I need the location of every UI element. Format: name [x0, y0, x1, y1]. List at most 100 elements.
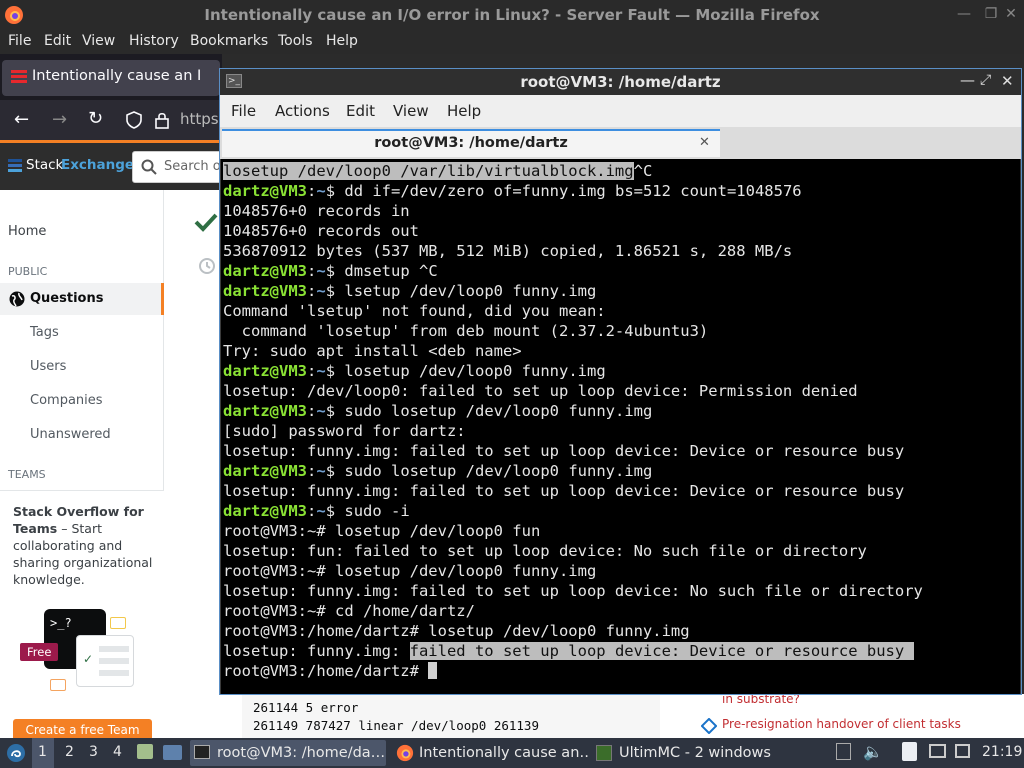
file-manager-icon[interactable]: [137, 744, 153, 759]
checklist-icon: ✓: [76, 635, 134, 687]
command-text: losetup /dev/loop0 funny.img: [344, 362, 606, 380]
lock-icon[interactable]: [155, 111, 169, 129]
minimize-icon[interactable]: —: [960, 71, 975, 89]
prompt-symbol: $: [325, 362, 345, 380]
terminal-line: losetup: funny.img: failed to set up loo…: [223, 641, 914, 661]
menu-edit[interactable]: Edit: [44, 33, 71, 49]
output-text: root@VM3:/home/dartz# losetup /dev/loop0…: [223, 622, 690, 640]
terminal-app-icon: [194, 745, 210, 759]
terminal-line: dartz@VM3:~$ sudo losetup /dev/loop0 fun…: [223, 461, 652, 481]
free-badge: Free: [20, 643, 59, 661]
prompt-separator: :: [307, 282, 317, 300]
menu-tools[interactable]: Tools: [278, 33, 313, 49]
terminal-line: root@VM3:/home/dartz# losetup /dev/loop0…: [223, 621, 690, 641]
nav-tags[interactable]: Tags: [30, 325, 59, 340]
taskbar-ultimmc-button[interactable]: UltimMC - 2 windows: [594, 740, 790, 766]
shield-icon[interactable]: [126, 111, 142, 129]
prompt-user: dartz@VM3: [223, 282, 307, 300]
prompt-user: dartz@VM3: [223, 182, 307, 200]
restore-icon[interactable]: ❐: [982, 5, 1000, 23]
terminal-output[interactable]: losetup /dev/loop0 /var/lib/virtualblock…: [221, 159, 1020, 694]
terminal-line: [sudo] password for dartz:: [223, 421, 466, 441]
nav-companies[interactable]: Companies: [30, 393, 103, 408]
workspace-1-button[interactable]: 1: [32, 738, 54, 768]
terminal-line: root@VM3:~# losetup /dev/loop0 fun: [223, 521, 540, 541]
clipboard-icon[interactable]: [902, 742, 917, 761]
back-icon[interactable]: ←: [14, 109, 29, 130]
search-input[interactable]: Search o: [164, 159, 221, 174]
prompt-symbol: $: [325, 182, 345, 200]
close-tab-icon[interactable]: ✕: [699, 135, 710, 150]
network-icon[interactable]: [955, 744, 970, 758]
brand-stack[interactable]: Stack: [26, 157, 63, 173]
output-text: ^C: [633, 162, 653, 180]
firefox-navbar: ← → ↻ https: [0, 100, 222, 140]
nav-questions[interactable]: Questions: [0, 283, 164, 315]
text-cursor: [428, 662, 438, 679]
globe-icon: [9, 291, 25, 307]
history-icon[interactable]: [197, 256, 217, 276]
start-menu-icon[interactable]: [6, 743, 26, 763]
volume-icon[interactable]: 🔈: [863, 742, 883, 761]
menu-help[interactable]: Help: [447, 102, 481, 120]
terminal-line: dartz@VM3:~$ dmsetup ^C: [223, 261, 438, 281]
prompt-symbol: $: [325, 502, 345, 520]
terminal-line: dartz@VM3:~$ losetup /dev/loop0 funny.im…: [223, 361, 606, 381]
maximize-icon[interactable]: ⤢: [980, 72, 991, 88]
code-block: 261144 5 error 261149 787427 linear /dev…: [242, 694, 660, 738]
terminal-window[interactable]: >_ root@VM3: /home/dartz — ⤢ ✕ File Acti…: [219, 68, 1022, 695]
menu-view[interactable]: View: [393, 102, 429, 120]
browser-tab[interactable]: Intentionally cause an I/O error in Linu…: [2, 60, 220, 96]
taskbar: 1 2 3 4 root@VM3: /home/da… Intentionall…: [0, 738, 1024, 768]
workspace-2-button[interactable]: 2: [65, 744, 74, 760]
url-bar[interactable]: https: [180, 110, 219, 128]
menu-actions[interactable]: Actions: [275, 102, 330, 120]
workspace-3-button[interactable]: 3: [89, 744, 98, 760]
show-desktop-icon[interactable]: [836, 743, 851, 760]
clock[interactable]: 21:19: [982, 744, 1022, 760]
taskbar-terminal-button[interactable]: root@VM3: /home/da…: [190, 740, 386, 766]
display-icon[interactable]: [929, 744, 946, 758]
prompt-symbol: $: [325, 282, 345, 300]
prompt-separator: :: [307, 262, 317, 280]
firefox-logo-icon: [396, 744, 414, 762]
output-text: [sudo] password for dartz:: [223, 422, 466, 440]
output-text: root@VM3:~# losetup /dev/loop0 fun: [223, 522, 541, 540]
output-text: losetup: funny.img: failed to set up loo…: [223, 482, 905, 500]
terminal-window-title: root@VM3: /home/dartz: [520, 73, 721, 91]
search-icon: [141, 159, 157, 175]
terminal-line: dartz@VM3:~$ dd if=/dev/zero of=funny.im…: [223, 181, 802, 201]
brand-exchange[interactable]: Exchange: [61, 157, 134, 173]
menu-edit[interactable]: Edit: [346, 102, 375, 120]
close-icon[interactable]: ✕: [1002, 5, 1020, 23]
menu-file[interactable]: File: [231, 102, 256, 120]
forward-icon[interactable]: →: [52, 109, 67, 130]
nav-home[interactable]: Home: [8, 224, 46, 239]
teams-promo-text: Stack Overflow for Teams – Start collabo…: [13, 503, 153, 588]
close-icon[interactable]: ✕: [1001, 72, 1014, 90]
nav-unanswered[interactable]: Unanswered: [30, 427, 111, 442]
chat-bubble-icon: [110, 617, 126, 629]
terminal-line: 1048576+0 records out: [223, 221, 419, 241]
menu-bookmarks[interactable]: Bookmarks: [190, 33, 268, 49]
minimize-icon[interactable]: —: [955, 5, 973, 23]
command-text: sudo losetup /dev/loop0 funny.img: [344, 462, 653, 480]
search-box[interactable]: Search o: [132, 151, 232, 183]
selected-text: failed to set up loop device: Device or …: [409, 642, 914, 660]
nav-public-label: PUBLIC: [8, 265, 48, 278]
menu-history[interactable]: History: [129, 33, 179, 49]
menu-help[interactable]: Help: [326, 33, 358, 49]
menu-file[interactable]: File: [8, 33, 31, 49]
prompt-user: dartz@VM3: [223, 502, 307, 520]
workspace-4-button[interactable]: 4: [113, 744, 122, 760]
hot-question-link[interactable]: Pre-resignation handover of client tasks: [722, 717, 961, 731]
taskbar-firefox-button[interactable]: Intentionally cause an…: [392, 740, 588, 766]
desktop-icon[interactable]: [163, 745, 182, 760]
output-text: Command 'lsetup' not found, did you mean…: [223, 302, 606, 320]
reload-icon[interactable]: ↻: [88, 108, 103, 129]
terminal-line: losetup: funny.img: failed to set up loo…: [223, 441, 904, 461]
nav-users[interactable]: Users: [30, 359, 66, 374]
terminal-tab[interactable]: root@VM3: /home/dartz ✕: [222, 129, 720, 157]
menu-view[interactable]: View: [82, 33, 115, 49]
terminal-line: dartz@VM3:~$ sudo losetup /dev/loop0 fun…: [223, 401, 652, 421]
